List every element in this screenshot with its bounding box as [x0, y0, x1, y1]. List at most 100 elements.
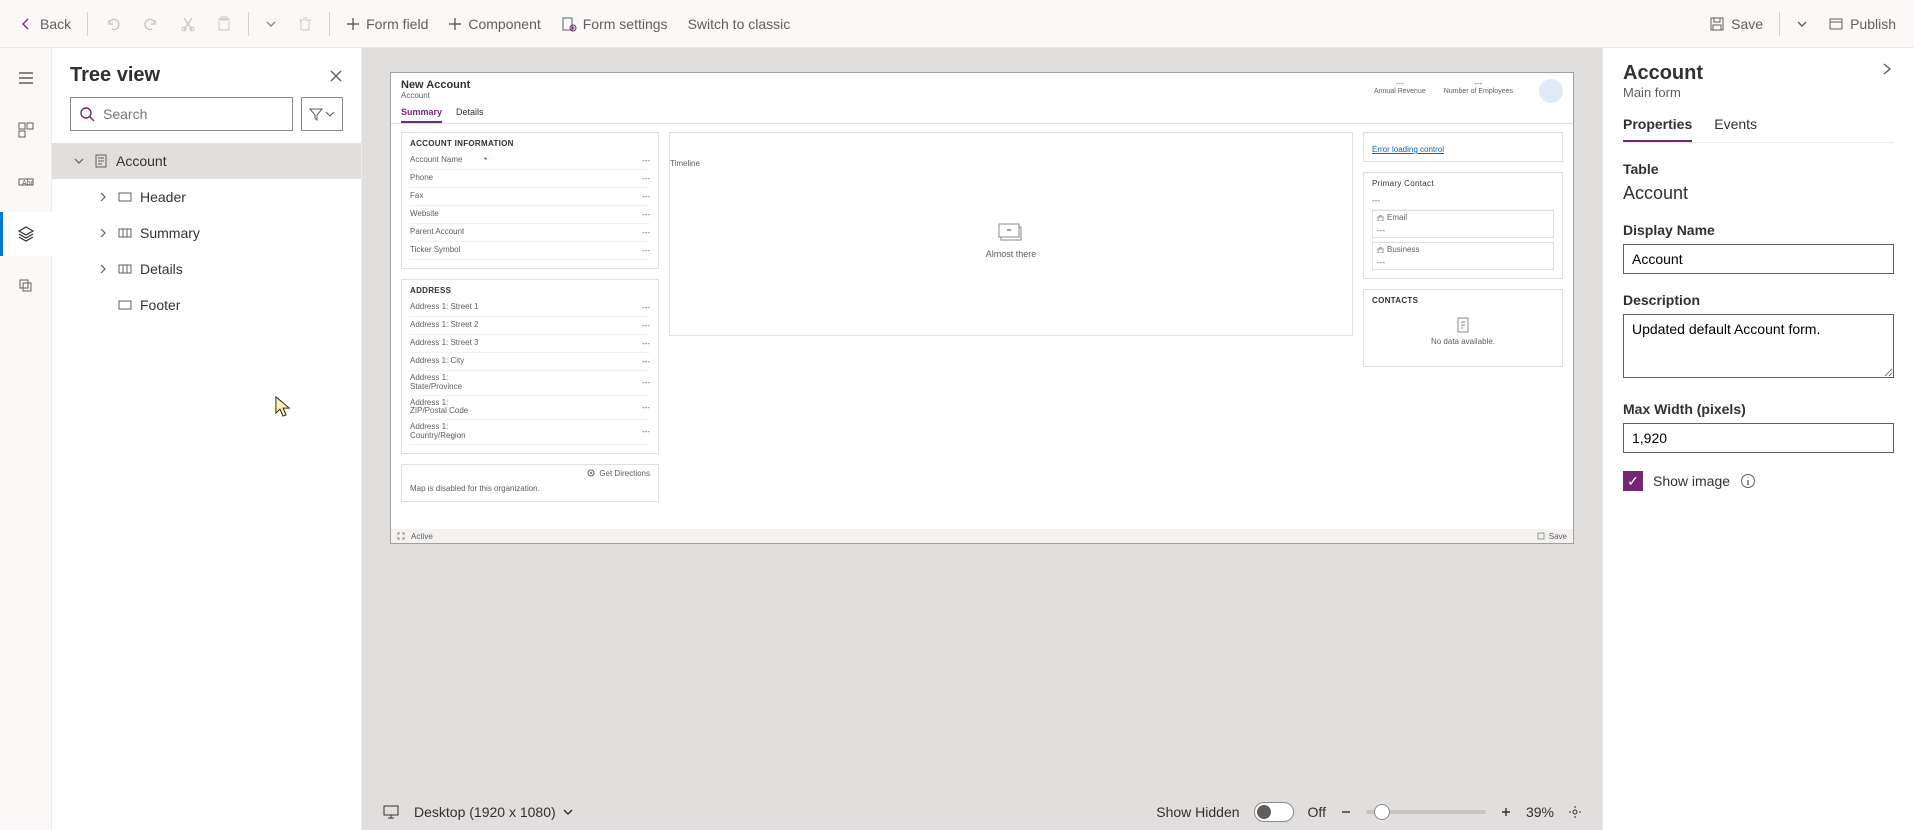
props-subtitle: Main form: [1623, 85, 1703, 100]
save-button[interactable]: Save: [1699, 0, 1773, 47]
tree-item-account[interactable]: Account: [52, 143, 361, 179]
chevron-right-icon: [96, 192, 110, 202]
expand-icon[interactable]: [397, 532, 405, 540]
max-width-input[interactable]: [1623, 423, 1894, 453]
field-row[interactable]: Address 1: Country/Region---: [410, 420, 650, 445]
field-row[interactable]: Website---: [410, 206, 650, 224]
zoom-in-icon[interactable]: [1500, 806, 1512, 818]
delete-button[interactable]: [287, 0, 323, 47]
command-bar: Back Form field: [0, 0, 1914, 48]
section-map[interactable]: Get Directions Map is disabled for this …: [401, 464, 659, 502]
section-icon: [118, 190, 132, 204]
canvas-scroll[interactable]: New Account Account --- Annual Revenue -…: [362, 48, 1602, 794]
canvas-area: New Account Account --- Annual Revenue -…: [362, 48, 1602, 830]
library-rail-button[interactable]: [0, 264, 52, 308]
back-button[interactable]: Back: [8, 0, 81, 47]
switch-classic-button[interactable]: Switch to classic: [678, 0, 801, 47]
display-name-input[interactable]: [1623, 244, 1894, 274]
tree-item-summary[interactable]: Summary: [52, 215, 361, 251]
component-button[interactable]: Component: [438, 0, 550, 47]
svg-text:Abc: Abc: [22, 180, 35, 187]
section-contacts[interactable]: CONTACTS No data available.: [1363, 289, 1563, 367]
section-error[interactable]: Error loading control: [1363, 132, 1563, 162]
field-value: ---: [642, 192, 650, 201]
field-row[interactable]: Ticker Symbol---: [410, 242, 650, 260]
form-preview[interactable]: New Account Account --- Annual Revenue -…: [390, 72, 1574, 544]
search-input[interactable]: [103, 106, 284, 122]
save-menu-button[interactable]: [1786, 0, 1818, 47]
save-icon: [1709, 16, 1725, 32]
description-input[interactable]: [1623, 314, 1894, 378]
undo-icon: [104, 15, 122, 33]
tree-item-footer[interactable]: Footer: [52, 287, 361, 323]
timeline-folder-icon: [997, 221, 1025, 243]
toggle-state: Off: [1308, 804, 1326, 820]
undo-button[interactable]: [94, 0, 132, 47]
form-settings-button[interactable]: Form settings: [551, 0, 678, 47]
tab-details[interactable]: Details: [456, 107, 484, 123]
tree-item-header[interactable]: Header: [52, 179, 361, 215]
section-heading: ADDRESS: [410, 286, 650, 295]
section-account-information[interactable]: ACCOUNT INFORMATION Account Name*---Phon…: [401, 132, 659, 269]
section-address[interactable]: ADDRESS Address 1: Street 1---Address 1:…: [401, 279, 659, 454]
lock-icon: [1377, 246, 1384, 253]
fit-screen-icon[interactable]: [1568, 805, 1582, 819]
chevron-right-icon[interactable]: [1880, 62, 1894, 76]
field-row[interactable]: Address 1: City---: [410, 353, 650, 371]
field-row[interactable]: Address 1: Street 1---: [410, 299, 650, 317]
publish-icon: [1828, 16, 1844, 32]
field-value: ---: [642, 339, 650, 348]
field-value: ---: [642, 303, 650, 312]
redo-button[interactable]: [132, 0, 170, 47]
field-row[interactable]: Address 1: ZIP/Postal Code---: [410, 396, 650, 421]
device-picker[interactable]: Desktop (1920 x 1080): [414, 804, 574, 820]
tree-rail-button[interactable]: [0, 212, 52, 256]
close-icon[interactable]: [329, 69, 343, 83]
error-loading-link[interactable]: Error loading control: [1372, 145, 1444, 154]
field-row[interactable]: Account Name*---: [410, 152, 650, 170]
zoom-slider[interactable]: [1366, 810, 1486, 814]
field-icon: Abc: [17, 173, 35, 191]
info-icon[interactable]: [1740, 473, 1756, 489]
form-field-button[interactable]: Form field: [336, 0, 438, 47]
save-icon[interactable]: [1537, 532, 1545, 540]
fields-rail-button[interactable]: Abc: [0, 160, 52, 204]
field-row[interactable]: Fax---: [410, 188, 650, 206]
back-label: Back: [40, 16, 71, 32]
field-row[interactable]: Phone---: [410, 170, 650, 188]
chevron-down-button[interactable]: [255, 0, 287, 47]
section-primary-contact[interactable]: Primary Contact --- Email ---: [1363, 172, 1563, 279]
field-row[interactable]: Parent Account---: [410, 224, 650, 242]
field-row[interactable]: Address 1: Street 2---: [410, 317, 650, 335]
footer-save[interactable]: Save: [1549, 532, 1567, 541]
paste-button[interactable]: [206, 0, 242, 47]
section-timeline[interactable]: Timeline Almost there: [669, 132, 1353, 336]
props-tab-properties[interactable]: Properties: [1623, 116, 1692, 142]
tab-summary[interactable]: Summary: [401, 107, 442, 123]
field-label: Address 1: ZIP/Postal Code: [410, 399, 480, 417]
plus-icon: [448, 17, 462, 31]
publish-button[interactable]: Publish: [1818, 0, 1906, 47]
cut-button[interactable]: [170, 0, 206, 47]
description-label: Description: [1623, 292, 1894, 308]
filter-button[interactable]: [301, 97, 343, 131]
field-row[interactable]: Address 1: State/Province---: [410, 371, 650, 396]
components-rail-button[interactable]: [0, 108, 52, 152]
cut-icon: [180, 16, 196, 32]
hamburger-button[interactable]: [0, 56, 52, 100]
tree-view-title: Tree view: [70, 64, 160, 87]
zoom-out-icon[interactable]: [1340, 806, 1352, 818]
get-directions-label[interactable]: Get Directions: [599, 469, 650, 478]
component-label: Component: [468, 16, 540, 32]
tree-item-details[interactable]: Details: [52, 251, 361, 287]
show-hidden-toggle[interactable]: [1254, 802, 1294, 822]
field-row[interactable]: Address 1: Street 3---: [410, 335, 650, 353]
show-image-checkbox[interactable]: ✓: [1623, 471, 1643, 491]
chevron-down-icon: [1796, 18, 1808, 30]
plus-icon: [346, 17, 360, 31]
tree-search-box[interactable]: [70, 97, 293, 131]
tab-icon: [118, 262, 132, 276]
display-name-label: Display Name: [1623, 222, 1894, 238]
props-tab-events[interactable]: Events: [1714, 116, 1757, 142]
zoom-value: 39%: [1526, 804, 1554, 820]
